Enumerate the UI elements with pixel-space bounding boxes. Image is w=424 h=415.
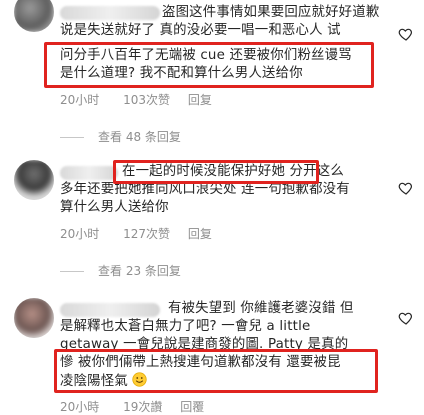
comment-line: 说是失送就好了 真的没必要一唱一和恶心人 试 (60, 23, 341, 38)
comment-time: 20小时 (60, 93, 100, 107)
reply-button[interactable]: 回复 (188, 227, 212, 241)
avatar[interactable] (14, 160, 54, 200)
comment-meta: 20小時 19次讚 回覆 (60, 398, 204, 415)
comment-time: 20小時 (60, 400, 100, 414)
highlight-box (113, 160, 319, 184)
view-replies-label[interactable]: 查看 23 条回复 (98, 264, 181, 278)
avatar[interactable] (14, 0, 54, 32)
divider (60, 271, 84, 272)
comment-line: 是解釋也太蒼白無力了吧? 一會兒 a little (60, 319, 311, 334)
comment-line: 盗图这件事情如果要回应就好好道歉 (162, 5, 380, 20)
reply-button[interactable]: 回复 (188, 93, 212, 107)
heart-icon[interactable] (398, 26, 414, 42)
heart-icon[interactable] (398, 180, 414, 196)
like-count[interactable]: 19次讚 (123, 400, 162, 414)
comment-time: 20小时 (60, 227, 100, 241)
blurred-username (60, 303, 160, 317)
comment-meta: 20小时 103次赞 回复 (60, 91, 212, 108)
view-replies-link[interactable]: 查看 48 条回复 (60, 128, 181, 145)
divider (60, 137, 84, 138)
highlight-box (54, 349, 378, 393)
highlight-box (44, 42, 374, 88)
like-count[interactable]: 103次赞 (123, 93, 170, 107)
reply-button[interactable]: 回覆 (180, 400, 204, 414)
comment-line: 算什么男人送给你 (60, 200, 169, 215)
blurred-username (60, 6, 160, 20)
comment-1: 盗图这件事情如果要回应就好好道歉 说是失送就好了 真的没必要一唱一和恶心人 试 … (0, 0, 424, 144)
view-replies-label[interactable]: 查看 48 条回复 (98, 130, 181, 144)
heart-icon[interactable] (398, 310, 414, 326)
avatar[interactable] (14, 298, 54, 338)
comment-line: 有被失望到 你維護老婆沒錯 但 (168, 301, 354, 316)
comment-2: 在一起的时候没能保护好她 分开这么 多年还要把她推向风口浪尖处 连一句抱歉都没有… (0, 150, 424, 280)
comment-3: 有被失望到 你維護老婆沒錯 但 是解釋也太蒼白無力了吧? 一會兒 a littl… (0, 290, 424, 415)
view-replies-link[interactable]: 查看 23 条回复 (60, 262, 181, 279)
blurred-username (60, 166, 118, 180)
comment-meta: 20小时 127次赞 回复 (60, 225, 212, 242)
like-count[interactable]: 127次赞 (123, 227, 170, 241)
